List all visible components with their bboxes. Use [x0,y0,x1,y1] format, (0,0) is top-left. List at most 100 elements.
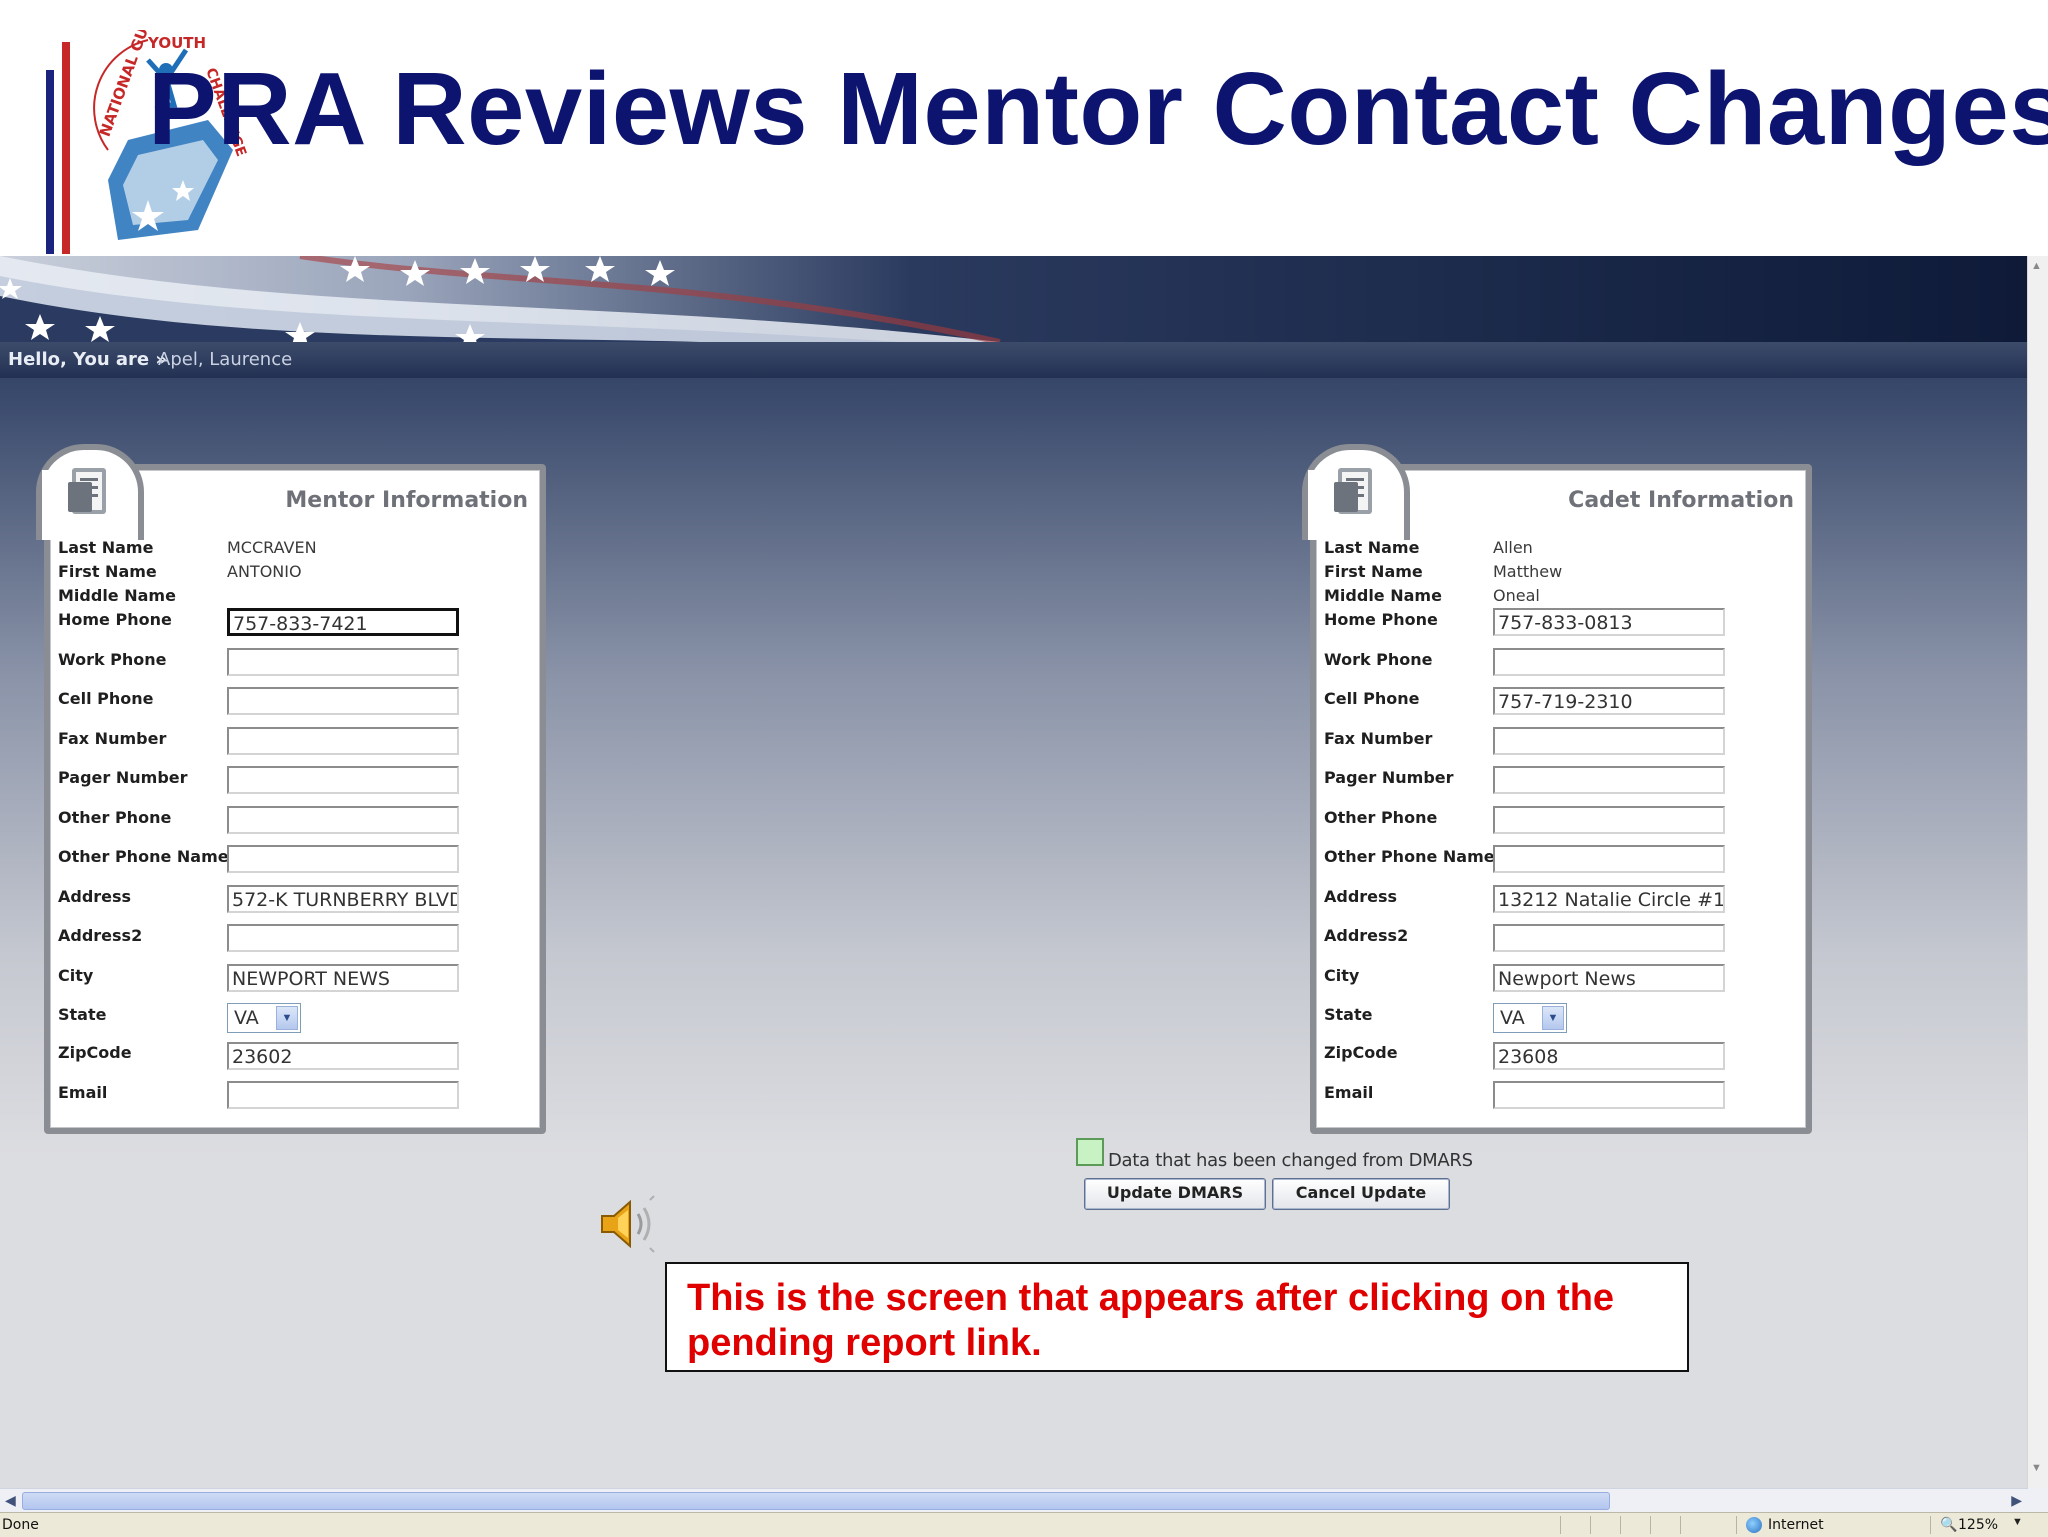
last-name-label: Last Name [1324,538,1420,557]
panel-title: Mentor Information [285,488,528,513]
zoom-dropdown-icon[interactable]: ▼ [2012,1516,2023,1528]
state-label: State [58,1005,107,1024]
annotation-callout-text: This is the screen that appears after cl… [687,1277,1615,1364]
fax-number-input[interactable] [1493,727,1725,755]
slide-header: NATIONAL GUARD YOUTH CHALLENGE PRA Revie… [0,0,2048,256]
zoom-level[interactable]: 125% [1958,1517,1998,1533]
security-zone-text: Internet [1768,1517,1824,1533]
home-phone-input[interactable]: 757-833-0813 [1493,608,1725,636]
email-input[interactable] [227,1081,459,1109]
scroll-right-icon[interactable]: ▶ [2011,1492,2022,1509]
first-name-value: Matthew [1493,562,1563,581]
document-icon [1334,468,1372,514]
middle-name-label: Middle Name [58,586,176,605]
email-input[interactable] [1493,1081,1725,1109]
browser-viewport: Hello, You are » Apel, Laurence ▲ ▼ Ment… [0,256,2048,1537]
scroll-down-icon[interactable]: ▼ [2031,1462,2042,1474]
cancel-update-button[interactable]: Cancel Update [1272,1178,1450,1210]
vertical-scrollbar[interactable]: ▲ ▼ [2027,256,2048,1488]
zipcode-input[interactable]: 23608 [1493,1042,1725,1070]
chevron-down-icon[interactable]: ▼ [276,1006,298,1030]
other-phone-input[interactable] [227,806,459,834]
address-input[interactable]: 13212 Natalie Circle #16 [1493,885,1725,913]
greeting-bar [0,342,2028,378]
state-select[interactable]: VA ▼ [1493,1003,1567,1033]
fax-number-label: Fax Number [1324,729,1433,748]
email-label: Email [1324,1083,1374,1102]
state-select-value: VA [234,1007,259,1029]
address2-input[interactable] [1493,924,1725,952]
speaker-icon[interactable] [596,1192,660,1256]
pager-number-input[interactable] [227,766,459,794]
home-phone-input[interactable]: 757-833-7421 [227,608,459,636]
globe-icon [1746,1517,1762,1533]
city-input[interactable]: NEWPORT NEWS [227,964,459,992]
slide-title: PRA Reviews Mentor Contact Changes [148,51,2048,166]
changed-data-legend-swatch [1076,1138,1104,1166]
email-label: Email [58,1083,108,1102]
other-phone-name-input[interactable] [227,845,459,873]
scroll-left-icon[interactable]: ◀ [5,1492,16,1509]
greeting-label: Hello, You are » [8,349,168,370]
address2-label: Address2 [58,926,143,945]
accent-bar-blue [46,70,54,254]
city-label: City [58,966,94,985]
pager-number-label: Pager Number [58,768,188,787]
address-input[interactable]: 572-K TURNBERRY BLVD [227,885,459,913]
city-label: City [1324,966,1360,985]
document-icon [68,468,106,514]
first-name-value: ANTONIO [227,562,302,581]
changed-data-legend-text: Data that has been changed from DMARS [1108,1150,1473,1171]
annotation-callout: This is the screen that appears after cl… [665,1262,1689,1372]
address-label: Address [58,887,132,906]
other-phone-input[interactable] [1493,806,1725,834]
zipcode-input[interactable]: 23602 [227,1042,459,1070]
cell-phone-input[interactable] [227,687,459,715]
accent-bar-red [62,42,70,254]
address-label: Address [1324,887,1398,906]
zipcode-label: ZipCode [58,1043,132,1062]
state-label: State [1324,1005,1373,1024]
flag-graphic [0,256,1001,342]
middle-name-value: Oneal [1493,586,1540,605]
city-input[interactable]: Newport News [1493,964,1725,992]
pager-number-label: Pager Number [1324,768,1454,787]
other-phone-label: Other Phone [1324,808,1438,827]
horizontal-scrollbar-thumb[interactable] [22,1492,1610,1510]
work-phone-label: Work Phone [1324,650,1433,669]
last-name-value: MCCRAVEN [227,538,317,557]
state-select[interactable]: VA ▼ [227,1003,301,1033]
home-phone-label: Home Phone [1324,610,1438,629]
cell-phone-input[interactable]: 757-719-2310 [1493,687,1725,715]
other-phone-name-label: Other Phone Name [58,847,229,866]
first-name-label: First Name [58,562,157,581]
scroll-up-icon[interactable]: ▲ [2031,260,2042,272]
zoom-icon[interactable]: 🔍 [1940,1516,1957,1533]
status-bar: Done Internet 🔍 125% ▼ [0,1512,2048,1537]
pager-number-input[interactable] [1493,766,1725,794]
cadet-information-panel: Cadet Information Last Name Allen First … [1302,444,1812,1134]
home-phone-label: Home Phone [58,610,172,629]
other-phone-name-input[interactable] [1493,845,1725,873]
middle-name-label: Middle Name [1324,586,1442,605]
work-phone-input[interactable] [1493,648,1725,676]
panel-title: Cadet Information [1568,488,1794,513]
work-phone-input[interactable] [227,648,459,676]
update-dmars-button[interactable]: Update DMARS [1084,1178,1266,1210]
user-name: Apel, Laurence [158,349,293,370]
horizontal-scrollbar[interactable]: ◀ ▶ [0,1488,2028,1513]
mentor-information-panel: Mentor Information Last Name MCCRAVEN Fi… [36,444,546,1134]
cell-phone-label: Cell Phone [1324,689,1420,708]
address2-label: Address2 [1324,926,1409,945]
other-phone-name-label: Other Phone Name [1324,847,1495,866]
state-select-value: VA [1500,1007,1525,1029]
last-name-label: Last Name [58,538,154,557]
flag-banner [0,256,2028,342]
other-phone-label: Other Phone [58,808,172,827]
last-name-value: Allen [1493,538,1533,557]
fax-number-input[interactable] [227,727,459,755]
cell-phone-label: Cell Phone [58,689,154,708]
chevron-down-icon[interactable]: ▼ [1542,1006,1564,1030]
first-name-label: First Name [1324,562,1423,581]
address2-input[interactable] [227,924,459,952]
